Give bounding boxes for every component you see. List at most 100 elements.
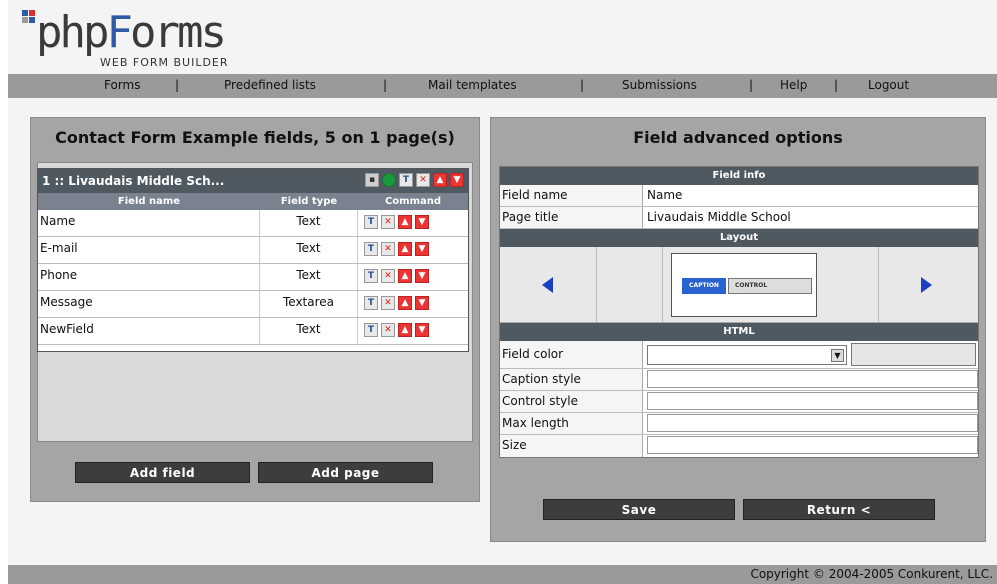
edit-icon[interactable]: T: [364, 269, 378, 283]
max-length-input[interactable]: [647, 414, 978, 432]
size-row: Size: [500, 435, 978, 457]
menu-item-help[interactable]: Help: [780, 78, 807, 92]
command-cell: T ✕ ▲ ▼: [358, 210, 468, 236]
logo-subtitle: WEB FORM BUILDER: [100, 56, 229, 69]
max-length-row: Max length: [500, 413, 978, 435]
menu-separator: |: [175, 78, 180, 92]
field-color-select[interactable]: ▼: [647, 345, 847, 365]
page-title: 1 :: Livaudais Middle Sch...: [42, 174, 225, 188]
field-name-cell: Phone: [38, 264, 260, 290]
menu-item-predefined-lists[interactable]: Predefined lists: [224, 78, 316, 92]
field-type-cell: Textarea: [260, 291, 358, 317]
move-down-icon[interactable]: ▼: [415, 323, 429, 337]
advanced-options-title: Field advanced options: [633, 128, 843, 147]
move-up-icon[interactable]: ▲: [398, 323, 412, 337]
move-down-icon[interactable]: ▼: [415, 215, 429, 229]
delete-icon[interactable]: ✕: [381, 296, 395, 310]
menu-separator: |: [580, 78, 585, 92]
add-page-button[interactable]: Add page: [258, 462, 433, 483]
field-color-label: Field color: [500, 341, 643, 368]
move-down-icon[interactable]: ▼: [415, 269, 429, 283]
control-style-input[interactable]: [647, 392, 978, 410]
size-input[interactable]: [647, 436, 978, 454]
field-name-label: Field name: [500, 185, 643, 206]
field-type-cell: Text: [260, 318, 358, 344]
table-header: Field name Field type Command: [38, 193, 468, 210]
menu-item-forms[interactable]: Forms: [104, 78, 140, 92]
caption-style-label: Caption style: [500, 369, 643, 390]
return-button[interactable]: Return <: [743, 499, 935, 520]
table-row[interactable]: NewField Text T ✕ ▲ ▼: [38, 318, 468, 345]
page-command-icons: ▪ T ✕ ▲ ▼: [365, 173, 464, 187]
field-type-cell: Text: [260, 237, 358, 263]
field-name-cell: NewField: [38, 318, 260, 344]
menu-item-mail-templates[interactable]: Mail templates: [428, 78, 517, 92]
size-label: Size: [500, 435, 643, 457]
advanced-options-table: Field info Field name Name Page title Li…: [499, 166, 979, 458]
command-cell: T ✕ ▲ ▼: [358, 291, 468, 317]
caption-style-row: Caption style: [500, 369, 978, 391]
layout-next-button[interactable]: [879, 247, 978, 322]
fields-panel: Contact Form Example fields, 5 on 1 page…: [30, 117, 480, 502]
main-menu: Forms | Predefined lists | Mail template…: [8, 74, 997, 98]
delete-icon[interactable]: ✕: [416, 173, 430, 187]
control-style-label: Control style: [500, 391, 643, 412]
move-up-icon[interactable]: ▲: [398, 215, 412, 229]
logo-text: phpForms: [36, 7, 227, 58]
move-up-icon[interactable]: ▲: [433, 173, 447, 187]
add-field-icon[interactable]: [382, 173, 396, 187]
field-name-value: Name: [647, 188, 683, 202]
fields-panel-title: Contact Form Example fields, 5 on 1 page…: [55, 128, 455, 147]
max-length-label: Max length: [500, 413, 643, 434]
column-header-field-name: Field name: [117, 196, 181, 207]
edit-icon[interactable]: T: [364, 242, 378, 256]
add-field-button[interactable]: Add field: [75, 462, 250, 483]
move-up-icon[interactable]: ▲: [398, 242, 412, 256]
edit-icon[interactable]: T: [364, 323, 378, 337]
field-type-cell: Text: [260, 264, 358, 290]
menu-separator: |: [383, 78, 388, 92]
chevron-down-icon[interactable]: ▼: [831, 349, 844, 362]
edit-icon[interactable]: T: [364, 296, 378, 310]
layout-preview[interactable]: CAPTION CONTROL: [671, 253, 817, 317]
table-row[interactable]: E-mail Text T ✕ ▲ ▼: [38, 237, 468, 264]
page-box: 1 :: Livaudais Middle Sch... ▪ T ✕ ▲ ▼ F…: [37, 168, 469, 352]
delete-icon[interactable]: ✕: [381, 242, 395, 256]
move-up-icon[interactable]: ▲: [398, 296, 412, 310]
save-button[interactable]: Save: [543, 499, 735, 520]
layout-prev-button[interactable]: [500, 247, 597, 322]
page-title-row: Page title Livaudais Middle School: [500, 207, 978, 229]
caption-style-input[interactable]: [647, 370, 978, 388]
move-up-icon[interactable]: ▲: [398, 269, 412, 283]
arrow-right-icon: [921, 277, 932, 293]
page-title-value: Livaudais Middle School: [647, 210, 791, 224]
move-down-icon[interactable]: ▼: [450, 173, 464, 187]
menu-separator: |: [749, 78, 754, 92]
edit-icon[interactable]: T: [399, 173, 413, 187]
menu-item-submissions[interactable]: Submissions: [622, 78, 697, 92]
move-down-icon[interactable]: ▼: [415, 296, 429, 310]
field-color-swatch: [851, 343, 976, 366]
page-header: 1 :: Livaudais Middle Sch... ▪ T ✕ ▲ ▼: [38, 169, 468, 193]
field-name-cell: E-mail: [38, 237, 260, 263]
table-row[interactable]: Name Text T ✕ ▲ ▼: [38, 210, 468, 237]
logo[interactable]: phpForms WEB FORM BUILDER: [22, 6, 262, 72]
move-down-icon[interactable]: ▼: [415, 242, 429, 256]
save-icon[interactable]: ▪: [365, 173, 379, 187]
column-header-field-type: Field type: [280, 196, 338, 207]
field-name-row: Field name Name: [500, 185, 978, 207]
table-row[interactable]: Message Textarea T ✕ ▲ ▼: [38, 291, 468, 318]
menu-item-logout[interactable]: Logout: [868, 78, 909, 92]
delete-icon[interactable]: ✕: [381, 269, 395, 283]
arrow-left-icon: [542, 277, 553, 293]
page-title-label: Page title: [500, 207, 643, 228]
table-row[interactable]: Phone Text T ✕ ▲ ▼: [38, 264, 468, 291]
control-style-row: Control style: [500, 391, 978, 413]
edit-icon[interactable]: T: [364, 215, 378, 229]
command-cell: T ✕ ▲ ▼: [358, 237, 468, 263]
preview-control: CONTROL: [728, 278, 812, 294]
field-name-cell: Name: [38, 210, 260, 236]
layout-header: Layout: [500, 229, 978, 247]
delete-icon[interactable]: ✕: [381, 215, 395, 229]
delete-icon[interactable]: ✕: [381, 323, 395, 337]
